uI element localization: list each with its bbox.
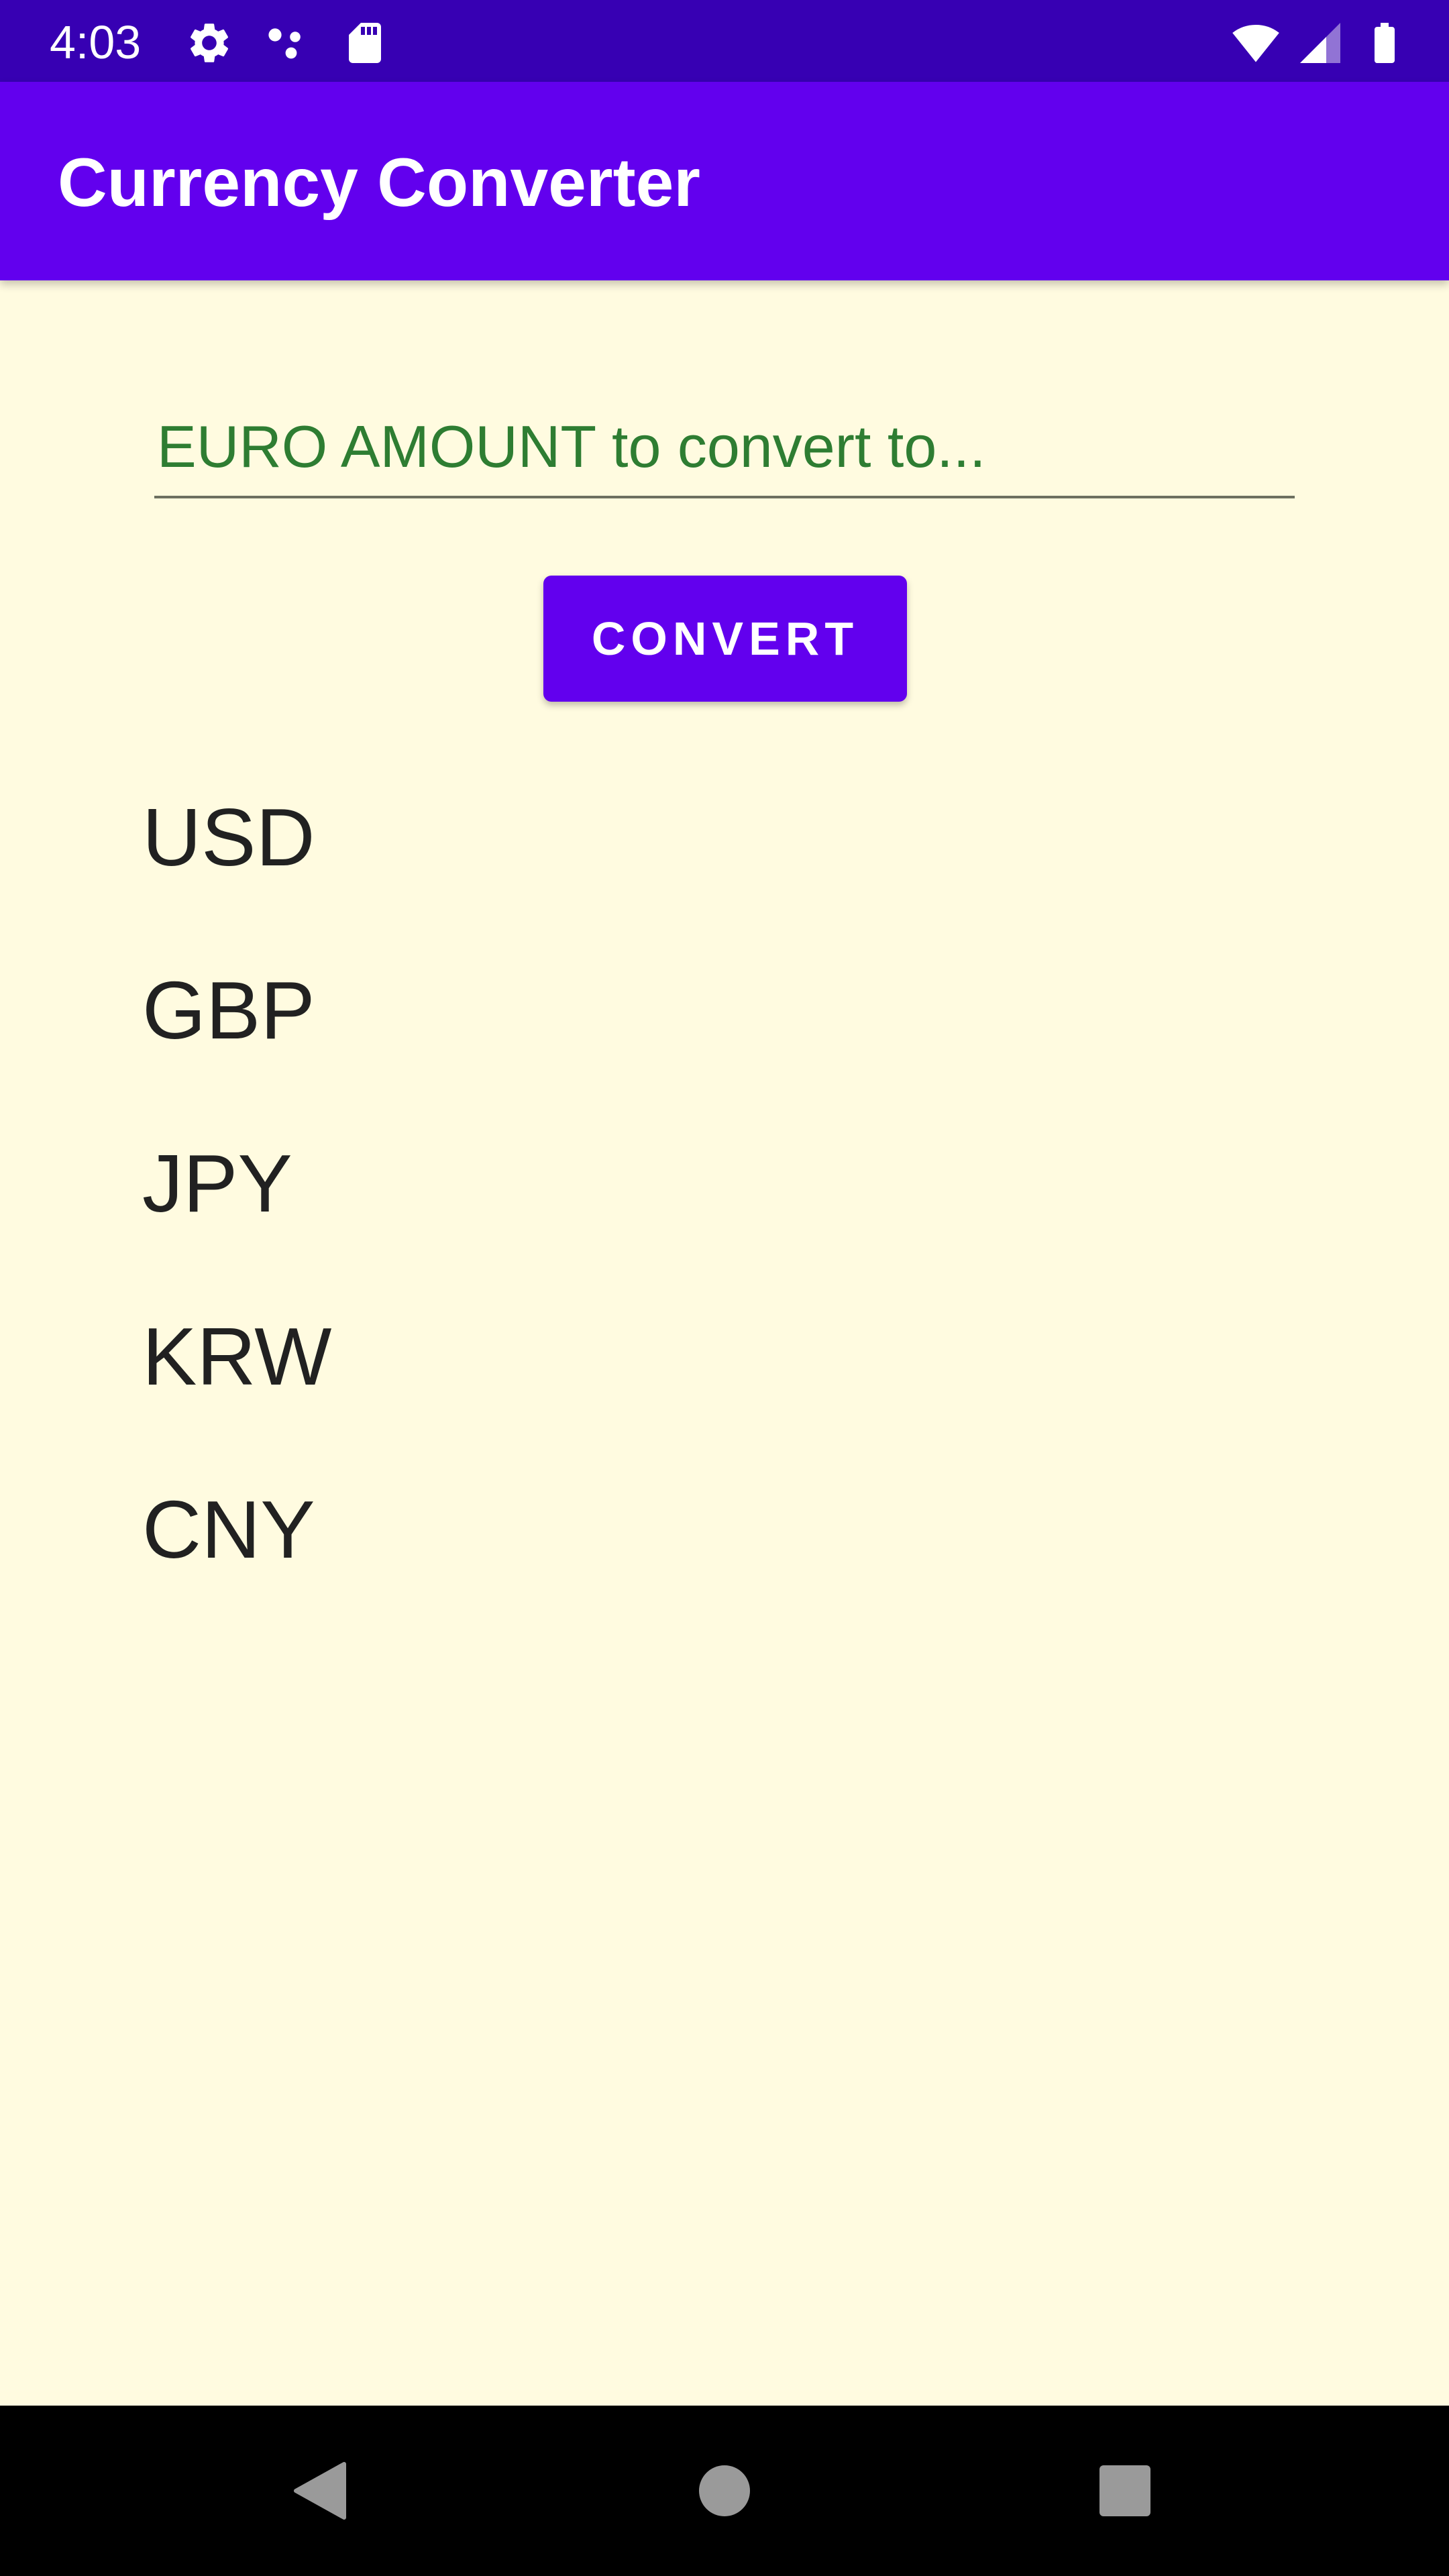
- app-title: Currency Converter: [58, 144, 700, 221]
- app-screen: 4:03 Currency Converter CONVERT: [0, 0, 1449, 2576]
- main-content: CONVERT USD GBP JPY KRW CNY: [0, 280, 1449, 2406]
- currency-krw-label: KRW: [142, 1311, 332, 1402]
- currency-cny-label: CNY: [142, 1484, 315, 1575]
- app-bar: Currency Converter: [0, 82, 1449, 280]
- home-button[interactable]: [639, 2406, 810, 2576]
- battery-icon: [1375, 23, 1395, 63]
- currency-gbp-label: GBP: [142, 965, 315, 1056]
- navigation-bar: [0, 2406, 1449, 2576]
- sd-card-icon: [349, 23, 381, 63]
- back-button[interactable]: [235, 2406, 405, 2576]
- status-bar: 4:03: [0, 0, 1449, 82]
- currency-jpy-label: JPY: [142, 1138, 292, 1229]
- recents-button[interactable]: [1040, 2406, 1210, 2576]
- recents-icon: [1099, 2465, 1150, 2516]
- status-time: 4:03: [50, 16, 142, 68]
- settings-icon: [191, 23, 229, 62]
- wifi-icon: [1232, 24, 1279, 62]
- signal-icon: [1300, 23, 1340, 63]
- back-icon: [294, 2462, 346, 2520]
- euro-amount-input[interactable]: [154, 398, 1295, 498]
- currency-usd-label: USD: [142, 792, 315, 883]
- currency-list: USD GBP JPY KRW CNY: [142, 777, 331, 1642]
- dots-icon: [268, 28, 301, 59]
- convert-button[interactable]: CONVERT: [543, 576, 907, 702]
- home-icon: [699, 2465, 750, 2516]
